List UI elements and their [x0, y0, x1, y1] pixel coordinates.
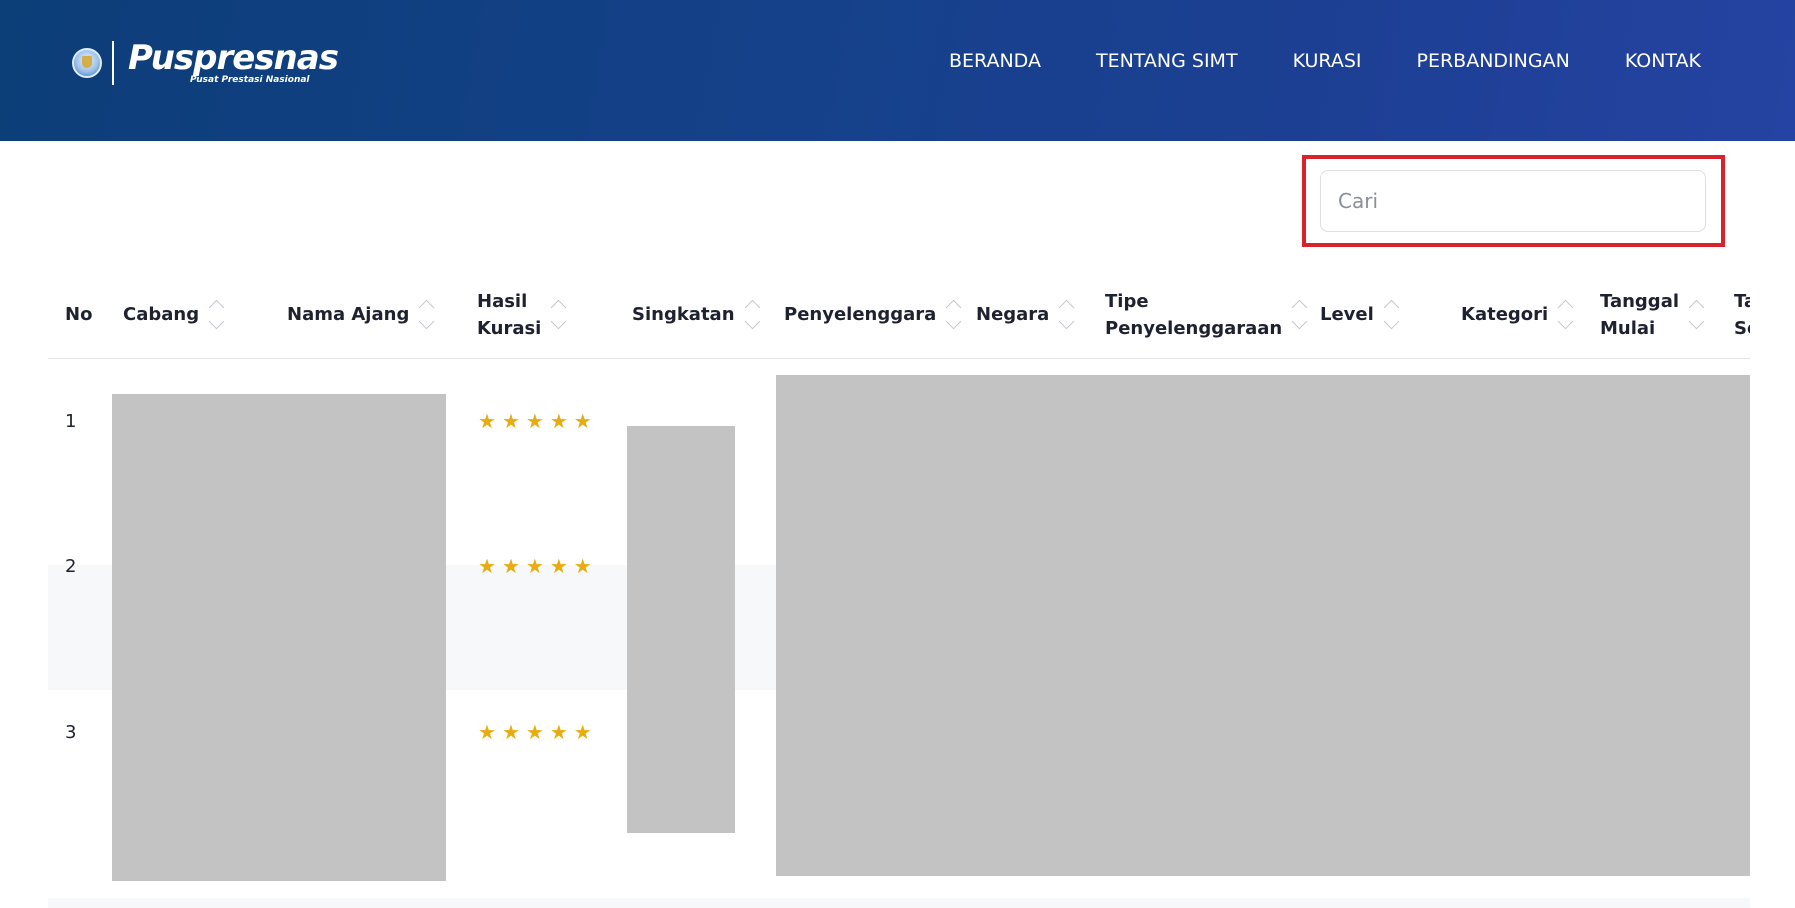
- brand-subtitle: Pusat Prestasi Nasional: [190, 75, 310, 85]
- sort-arrows-icon[interactable]: [1688, 299, 1705, 330]
- brand-text: Puspresnas Pusat Prestasi Nasional: [128, 38, 339, 85]
- column-header-label: Ta Se: [1734, 290, 1750, 339]
- sort-arrows-icon[interactable]: [419, 299, 435, 330]
- nav-perbandingan[interactable]: PERBANDINGAN: [1417, 50, 1570, 72]
- redacted-block-details: [776, 375, 1750, 876]
- column-header[interactable]: Nama Ajang: [287, 270, 435, 359]
- sort-arrows-icon[interactable]: [1557, 299, 1574, 330]
- brand-name: Puspresnas: [128, 38, 339, 78]
- sort-arrows-icon[interactable]: [208, 299, 225, 330]
- column-header-label: Kategori: [1461, 304, 1549, 325]
- sort-arrows-icon[interactable]: [744, 299, 760, 330]
- column-header-label: Cabang: [123, 304, 200, 325]
- column-header-label: Tanggal Mulai: [1600, 290, 1680, 339]
- star-icon: ★: [501, 554, 520, 578]
- star-icon: ★: [501, 720, 520, 744]
- sort-arrows-icon[interactable]: [1059, 299, 1075, 330]
- main-nav: BERANDA TENTANG SIMT KURASI PERBANDINGAN…: [949, 50, 1701, 72]
- sort-arrows-icon[interactable]: [946, 299, 962, 330]
- star-icon: ★: [549, 409, 568, 433]
- star-icon: ★: [525, 554, 544, 578]
- star-icon: ★: [478, 409, 496, 433]
- nav-beranda[interactable]: BERANDA: [949, 50, 1041, 72]
- star-icon: ★: [501, 409, 520, 433]
- sort-arrows-icon[interactable]: [1291, 299, 1308, 330]
- column-header-label: Negara: [976, 304, 1050, 325]
- redacted-block-cabang-nama: [112, 394, 446, 881]
- table-header: No Cabang Nama Ajang Hasil Kurasi Singkatan P…: [48, 270, 1750, 359]
- search-input[interactable]: [1320, 170, 1706, 232]
- star-icon: ★: [573, 409, 592, 433]
- row-number: 1: [65, 411, 77, 432]
- column-header-label: Singkatan: [632, 304, 735, 325]
- column-header[interactable]: Kategori: [1461, 270, 1574, 359]
- row-number: 3: [65, 722, 77, 743]
- star-icon: ★: [478, 554, 496, 578]
- kemendikbud-emblem-icon: [72, 48, 102, 78]
- column-header[interactable]: Cabang: [123, 270, 225, 359]
- row-number: 2: [65, 556, 77, 577]
- nav-kurasi[interactable]: KURASI: [1293, 50, 1362, 72]
- sort-arrows-icon[interactable]: [551, 299, 567, 330]
- star-icon: ★: [549, 554, 568, 578]
- column-header[interactable]: Negara: [976, 270, 1075, 359]
- column-header[interactable]: Tanggal Mulai: [1600, 270, 1705, 359]
- column-header-label: Hasil Kurasi: [477, 290, 542, 339]
- star-icon: ★: [573, 720, 592, 744]
- column-header[interactable]: Singkatan: [632, 270, 760, 359]
- star-icon: ★: [525, 720, 544, 744]
- redacted-block-singkatan: [627, 426, 735, 833]
- column-header-label: Tipe Penyelenggaraan: [1105, 290, 1283, 339]
- column-header[interactable]: Tipe Penyelenggaraan: [1105, 270, 1308, 359]
- column-header[interactable]: Level: [1320, 270, 1400, 359]
- top-navbar: Puspresnas Pusat Prestasi Nasional BERAN…: [0, 0, 1795, 141]
- column-header[interactable]: Hasil Kurasi: [477, 270, 567, 359]
- puspresnas-logo[interactable]: Puspresnas Pusat Prestasi Nasional: [72, 38, 339, 86]
- column-header-label: Nama Ajang: [287, 304, 410, 325]
- rating-stars: ★ ★ ★ ★ ★: [478, 556, 592, 576]
- logo-divider: [112, 41, 114, 85]
- column-header[interactable]: Penyelenggara: [784, 270, 962, 359]
- star-icon: ★: [525, 409, 544, 433]
- sort-arrows-icon[interactable]: [1383, 299, 1400, 330]
- rating-stars: ★ ★ ★ ★ ★: [478, 411, 592, 431]
- competition-table: No Cabang Nama Ajang Hasil Kurasi Singkatan P…: [48, 270, 1750, 908]
- column-header: No: [65, 270, 92, 359]
- column-header-label: Penyelenggara: [784, 304, 937, 325]
- star-icon: ★: [573, 554, 592, 578]
- rating-stars: ★ ★ ★ ★ ★: [478, 722, 592, 742]
- column-header-label: Level: [1320, 304, 1374, 325]
- star-icon: ★: [478, 720, 496, 744]
- column-header: Ta Se: [1734, 270, 1750, 359]
- column-header-label: No: [65, 304, 93, 325]
- star-icon: ★: [549, 720, 568, 744]
- nav-tentang-simt[interactable]: TENTANG SIMT: [1096, 50, 1238, 72]
- table-footer-band: [48, 898, 1750, 908]
- nav-kontak[interactable]: KONTAK: [1625, 50, 1701, 72]
